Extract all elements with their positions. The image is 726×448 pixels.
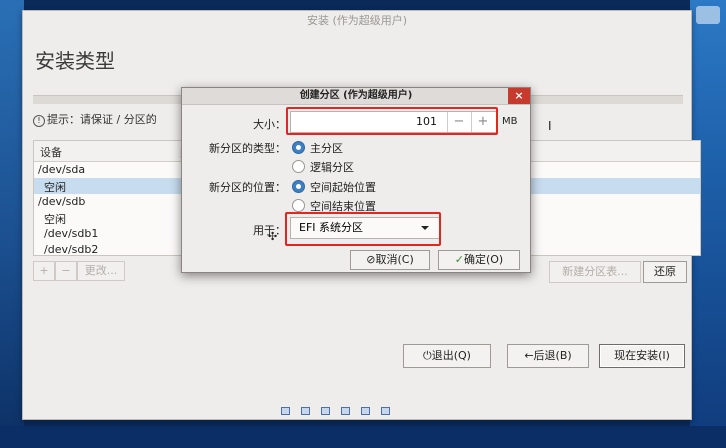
row-device: /dev/sda <box>38 163 86 176</box>
change-partition-button[interactable]: 更改... <box>77 261 125 281</box>
move-cursor-icon: ✣ <box>268 230 278 243</box>
quit-button[interactable]: ⏻退出(Q) <box>403 344 491 368</box>
cancel-label: 取消(C) <box>375 253 414 266</box>
hint-row: ! 提示：请保证 / 分区的 <box>33 111 157 127</box>
radio-label: 主分区 <box>310 142 343 155</box>
step-dot <box>381 407 390 415</box>
back-arrow-icon: ← <box>524 349 534 362</box>
installer-titlebar: 安装 (作为超级用户) <box>306 14 408 27</box>
power-icon: ⏻ <box>423 349 432 362</box>
hint-text: 提示：请保证 / 分区的 <box>47 113 157 126</box>
back-label: 后退(B) <box>533 349 572 362</box>
step-indicator <box>281 400 401 419</box>
dialog-close-button[interactable]: × <box>508 88 530 104</box>
size-highlight-box <box>286 107 498 135</box>
ok-button[interactable]: ✓确定(O) <box>438 250 520 270</box>
step-dot <box>321 407 330 415</box>
row-device: /dev/sdb <box>38 195 86 208</box>
desktop-close-button[interactable] <box>696 6 720 24</box>
dialog-titlebar: 创建分区 (作为超级用户) × <box>182 88 530 105</box>
row-device: /dev/sdb2 <box>44 243 99 256</box>
step-dot <box>361 407 370 415</box>
revert-button[interactable]: 还原 <box>643 261 687 283</box>
row-device: 空闲 <box>44 213 66 226</box>
back-button[interactable]: ←后退(B) <box>507 344 589 368</box>
info-icon: ! <box>33 115 45 127</box>
row-device: 空闲 <box>44 181 66 194</box>
checkmark-icon: ✓ <box>454 253 464 266</box>
step-dot <box>281 407 290 415</box>
install-now-button[interactable]: 现在安装(I) <box>599 344 685 368</box>
row-device: /dev/sdb1 <box>44 227 99 240</box>
add-partition-button[interactable]: + <box>33 261 55 281</box>
remove-partition-button[interactable]: − <box>55 261 77 281</box>
new-partition-table-button[interactable]: 新建分区表... <box>549 261 641 283</box>
step-dot <box>341 407 350 415</box>
radio-label: 空间起始位置 <box>310 181 376 194</box>
location-label: 新分区的位置： <box>209 181 286 194</box>
size-label: 大小： <box>253 118 286 131</box>
column-header-device[interactable]: 设备 <box>40 144 62 160</box>
radio-selected-icon <box>292 141 305 154</box>
cancel-button[interactable]: ⊘取消(C) <box>350 250 430 270</box>
taskbar-strip <box>0 426 726 448</box>
type-label: 新分区的类型： <box>209 142 286 155</box>
radio-selected-icon <box>292 180 305 193</box>
quit-label: 退出(Q) <box>431 349 471 362</box>
use-as-highlight-box <box>285 212 441 246</box>
dialog-title: 创建分区 (作为超级用户) <box>299 90 413 101</box>
radio-label: 逻辑分区 <box>310 161 354 174</box>
size-unit: MB <box>502 116 518 127</box>
ok-label: 确定(O) <box>463 253 504 266</box>
page-title: 安装类型 <box>35 49 115 73</box>
desktop-background <box>0 0 24 448</box>
text-cursor-icon: I <box>548 119 552 133</box>
step-dot <box>301 407 310 415</box>
radio-empty-icon <box>292 199 305 212</box>
radio-empty-icon <box>292 160 305 173</box>
